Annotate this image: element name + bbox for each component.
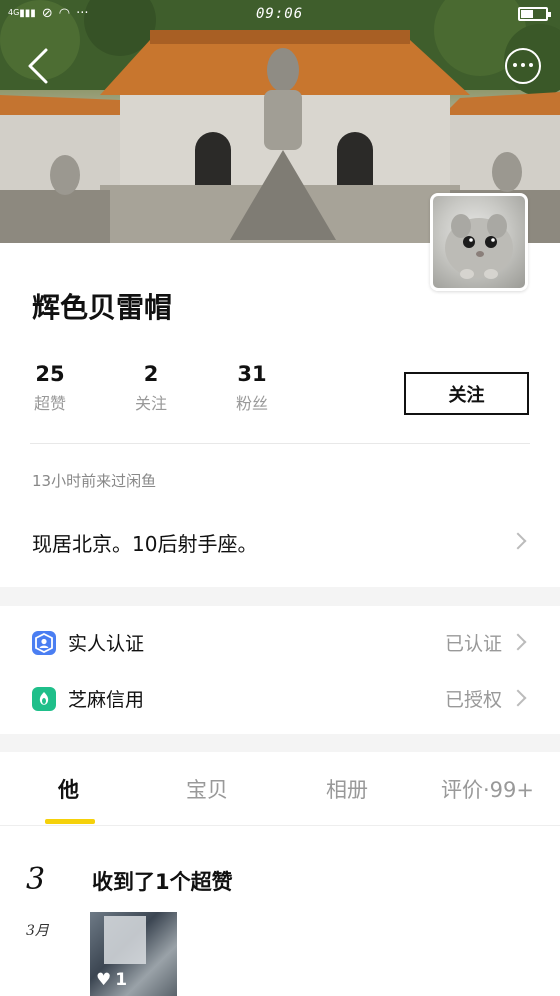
feed-date-month: 3月 <box>26 923 49 939</box>
stat-followers[interactable]: 31 粉丝 <box>222 362 282 414</box>
chevron-left-icon <box>28 48 48 84</box>
feed-date-day: 3 <box>26 862 46 897</box>
profile-page: 4G▮▮▮ ⊘ ◠ ··· 09:06 辉色贝雷帽 25 超赞 2 关注 31 … <box>0 0 560 996</box>
username: 辉色贝雷帽 <box>32 291 173 324</box>
active-tab-indicator <box>45 819 95 824</box>
status-bar: 4G▮▮▮ ⊘ ◠ ··· 09:06 <box>0 0 560 30</box>
last-seen-text: 13小时前来过闲鱼 <box>32 472 157 490</box>
tab-items[interactable]: 宝贝 <box>186 774 228 804</box>
feed-thumbnail[interactable]: ♥ 1 <box>90 912 177 996</box>
bio-text: 现居北京。10后射手座。 <box>32 532 258 556</box>
thumbnail-photo-detail <box>104 916 146 964</box>
sesame-credit-icon <box>32 687 56 711</box>
back-button[interactable] <box>24 46 56 86</box>
tab-him[interactable]: 他 <box>58 774 79 804</box>
chevron-right-icon <box>509 633 527 651</box>
bio-row[interactable]: 现居北京。10后射手座。 <box>0 514 560 570</box>
divider <box>30 443 530 444</box>
avatar[interactable] <box>430 193 528 291</box>
activity-feed: 3 3月 收到了1个超赞 ♥ 1 <box>0 826 560 996</box>
follow-button[interactable]: 关注 <box>404 372 529 415</box>
tab-bar: 他 宝贝 相册 评价·99+ <box>0 752 560 826</box>
verification-row-identity[interactable]: 实人认证 已认证 <box>0 616 560 670</box>
hamster-photo <box>445 214 513 279</box>
blocked-icon: ⊘ <box>41 6 53 21</box>
verification-label: 芝麻信用 <box>68 689 145 711</box>
stat-following[interactable]: 2 关注 <box>121 362 181 414</box>
stat-value: 31 <box>237 362 267 386</box>
like-count-value: 1 <box>115 970 128 990</box>
verification-label: 实人认证 <box>68 633 145 655</box>
person-verify-icon <box>32 631 56 655</box>
status-icons: 4G▮▮▮ ⊘ ◠ ··· <box>8 6 88 21</box>
tab-album[interactable]: 相册 <box>326 774 368 804</box>
feed-title[interactable]: 收到了1个超赞 <box>92 866 233 896</box>
stat-label: 粉丝 <box>235 394 268 413</box>
stat-label: 关注 <box>134 394 167 413</box>
verification-status: 已认证 <box>444 633 502 655</box>
stat-value: 25 <box>35 362 65 386</box>
battery-icon <box>518 7 551 21</box>
clock: 09:06 <box>256 6 304 22</box>
wifi-icon: ◠ <box>58 6 71 21</box>
signal-icon: 4G▮▮▮ <box>8 8 36 19</box>
chevron-right-icon <box>509 689 527 707</box>
stat-likes[interactable]: 25 超赞 <box>20 362 80 414</box>
verification-section: 实人认证 已认证 芝麻信用 已授权 <box>0 606 560 734</box>
more-dots-icon: ··· <box>76 6 89 21</box>
stat-label: 超赞 <box>33 394 66 413</box>
more-button[interactable] <box>505 48 541 84</box>
more-circle-icon <box>513 63 533 68</box>
tab-reviews[interactable]: 评价·99+ <box>441 774 534 804</box>
verification-status: 已授权 <box>444 689 502 711</box>
like-count: ♥ 1 <box>96 970 127 990</box>
chevron-right-icon <box>509 532 527 550</box>
verification-row-credit[interactable]: 芝麻信用 已授权 <box>0 672 560 726</box>
stats-row: 25 超赞 2 关注 31 粉丝 <box>0 362 400 422</box>
stat-value: 2 <box>143 362 159 386</box>
heart-icon: ♥ <box>96 970 112 990</box>
